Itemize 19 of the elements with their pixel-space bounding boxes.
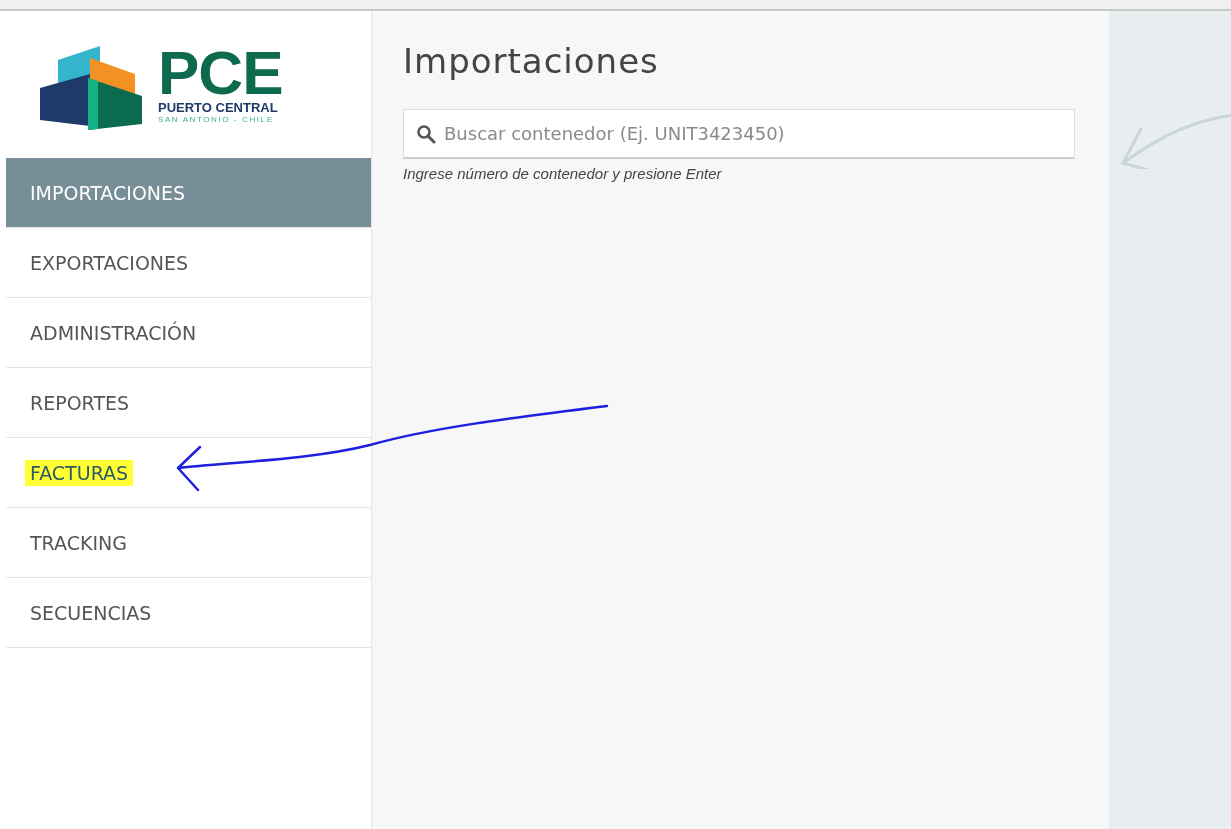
item-label: TRACKING <box>29 530 128 556</box>
sidebar-item[interactable]: REPORTES <box>6 368 371 438</box>
logo-tagline: SAN ANTONIO - CHILE <box>158 115 275 125</box>
item-label: ADMINISTRACIÓN <box>29 320 198 346</box>
sidebar-item[interactable]: SECUENCIAS <box>6 578 371 648</box>
item-label: EXPORTACIONES <box>29 250 190 276</box>
logo-subtitle: PUERTO CENTRAL <box>158 100 279 116</box>
sidebar-item[interactable]: EXPORTACIONES <box>6 228 371 298</box>
sidebar-item[interactable]: FACTURAS <box>6 438 371 508</box>
highlighted-label: FACTURAS <box>25 459 134 486</box>
logo-wordmark: PCE <box>158 44 283 101</box>
search-hint: Ingrese número de contenedor y presione Enter <box>403 165 723 182</box>
page-title: Importaciones <box>403 41 660 81</box>
item-label: REPORTES <box>29 390 131 416</box>
item-label: IMPORTACIONES <box>29 180 187 206</box>
item-label: SECUENCIAS <box>29 600 153 626</box>
sidebar-item[interactable]: ADMINISTRACIÓN <box>6 298 371 368</box>
sidebar-item[interactable]: TRACKING <box>6 508 371 578</box>
search-field[interactable]: Buscar contenedor (Ej. UNIT3423450) <box>403 109 1075 159</box>
